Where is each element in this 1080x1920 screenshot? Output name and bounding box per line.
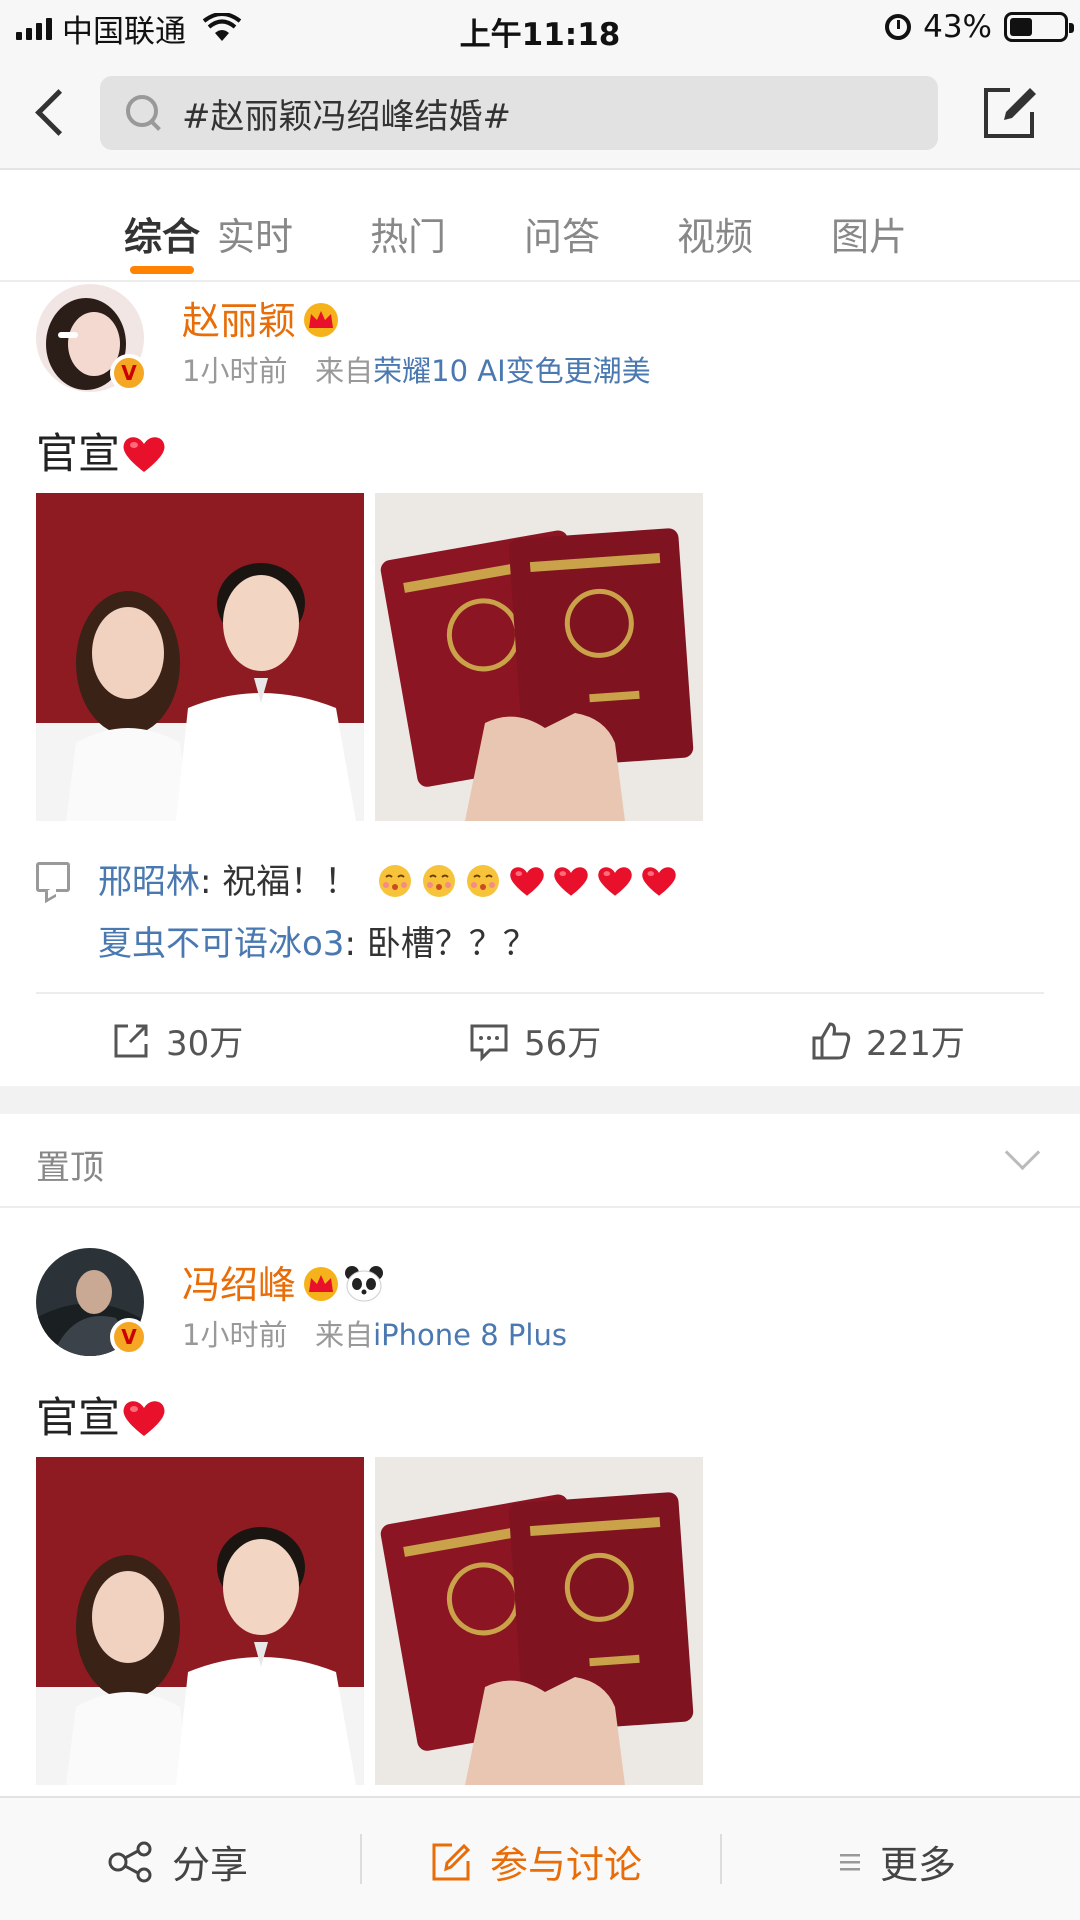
post-meta: 1小时前 来自荣耀10 AI变色更潮美 <box>182 348 651 390</box>
author-name-text: 冯绍峰 <box>182 1263 297 1307</box>
heart-icon <box>641 863 677 899</box>
weibo-post: V 冯绍峰 1小时前 来自iPhone 8 Plus 官宣 <box>0 1248 1080 1796</box>
pinned-header[interactable]: 置顶 <box>0 1116 1080 1208</box>
like-count: 221万 <box>866 1024 965 1064</box>
discuss-button[interactable]: 参与讨论 <box>430 1834 642 1889</box>
author-name-text: 赵丽颖 <box>182 299 297 343</box>
commenter-name[interactable]: 邢昭林 <box>98 862 200 902</box>
repost-icon <box>114 1024 148 1057</box>
post-source[interactable]: iPhone 8 Plus <box>373 1318 567 1352</box>
more-label: 更多 <box>880 1843 957 1887</box>
comment-count: 56万 <box>524 1024 602 1064</box>
heart-icon <box>509 863 545 899</box>
source-prefix: 来自 <box>315 354 374 388</box>
kiss-emoji-icon <box>377 863 413 899</box>
post-text: 官宣 <box>36 1384 166 1445</box>
crown-icon <box>302 302 340 338</box>
post-image-certificates[interactable] <box>375 493 703 821</box>
share-icon <box>108 1841 152 1882</box>
pinned-label: 置顶 <box>36 1148 104 1188</box>
menu-icon <box>840 1853 860 1870</box>
status-bar: 中国联通 上午11:18 43% <box>0 0 1080 56</box>
chevron-down-icon[interactable] <box>1004 1138 1040 1174</box>
edit-icon <box>432 1843 471 1880</box>
verified-badge: V <box>110 354 148 392</box>
section-gap <box>0 1086 1080 1114</box>
repost-button[interactable]: 30万 <box>110 1016 243 1065</box>
separator <box>360 1834 362 1884</box>
post-text-content: 官宣 <box>36 429 121 478</box>
share-button[interactable]: 分享 <box>108 1834 248 1889</box>
post-time: 1小时前 <box>182 354 288 388</box>
battery-percent: 43% <box>923 9 992 45</box>
more-button[interactable]: 更多 <box>838 1834 956 1889</box>
like-button[interactable]: 221万 <box>810 1016 965 1065</box>
comment-text: : 祝福！！ <box>200 862 359 902</box>
comment-preview[interactable]: 夏虫不可语冰o3: 卧槽？？？ <box>98 916 537 965</box>
share-label: 分享 <box>172 1843 249 1887</box>
comment-button[interactable]: 56万 <box>468 1016 601 1065</box>
search-input[interactable] <box>182 93 882 133</box>
battery-icon <box>1004 12 1074 42</box>
weibo-post: V 赵丽颖 1小时前 来自荣耀10 AI变色更潮美 官宣 邢昭林: 祝福！！ 夏… <box>0 284 1080 1086</box>
post-source[interactable]: 荣耀10 AI变色更潮美 <box>373 354 651 388</box>
heart-icon <box>122 434 166 474</box>
alarm-icon <box>885 14 912 40</box>
post-time: 1小时前 <box>182 1318 288 1352</box>
separator <box>720 1834 722 1884</box>
heart-icon <box>553 863 589 899</box>
battery-fill <box>1010 18 1033 36</box>
post-actions: 30万 56万 221万 <box>0 994 1080 1084</box>
heart-icon <box>597 863 633 899</box>
compose-button[interactable] <box>980 82 1040 142</box>
post-text: 官宣 <box>36 420 166 481</box>
bottom-action-bar: 分享 参与讨论 更多 <box>0 1796 1080 1920</box>
comment-preview[interactable]: 邢昭林: 祝福！！ <box>98 854 677 903</box>
tab-images[interactable]: 图片 <box>809 206 929 261</box>
tab-indicator <box>130 266 194 274</box>
search-bar[interactable] <box>100 76 938 150</box>
tab-realtime[interactable]: 实时 <box>195 206 315 261</box>
post-image-certificates[interactable] <box>375 1457 703 1785</box>
post-text-content: 官宣 <box>36 1393 121 1442</box>
comment-icon <box>36 862 70 892</box>
repost-count: 30万 <box>166 1024 244 1064</box>
discuss-label: 参与讨论 <box>490 1843 643 1887</box>
tab-bar: 综合 实时 热门 问答 视频 图片 <box>0 170 1080 282</box>
source-prefix: 来自 <box>315 1318 374 1352</box>
verified-badge: V <box>110 1318 148 1356</box>
comment-icon <box>470 1024 508 1062</box>
search-header <box>0 56 1080 170</box>
tab-video[interactable]: 视频 <box>655 206 775 261</box>
status-right: 43% <box>885 9 1074 45</box>
kiss-emoji-icon <box>465 863 501 899</box>
post-image-couple[interactable] <box>36 493 364 821</box>
post-image-couple[interactable] <box>36 1457 364 1785</box>
panda-icon <box>345 1266 384 1302</box>
thumbs-up-icon <box>812 1021 851 1059</box>
crown-icon <box>302 1266 340 1302</box>
compose-icon <box>984 88 1036 138</box>
kiss-emoji-icon <box>421 863 457 899</box>
tab-qa[interactable]: 问答 <box>502 206 622 261</box>
search-icon <box>124 93 164 133</box>
author-name[interactable]: 冯绍峰 <box>182 1254 384 1309</box>
commenter-name[interactable]: 夏虫不可语冰o3 <box>98 924 344 964</box>
post-meta: 1小时前 来自iPhone 8 Plus <box>182 1312 567 1354</box>
back-button[interactable] <box>30 88 80 138</box>
heart-icon <box>122 1398 166 1438</box>
comment-text: : 卧槽？？？ <box>344 924 537 964</box>
tab-hot[interactable]: 热门 <box>348 206 468 261</box>
author-name[interactable]: 赵丽颖 <box>182 290 340 345</box>
